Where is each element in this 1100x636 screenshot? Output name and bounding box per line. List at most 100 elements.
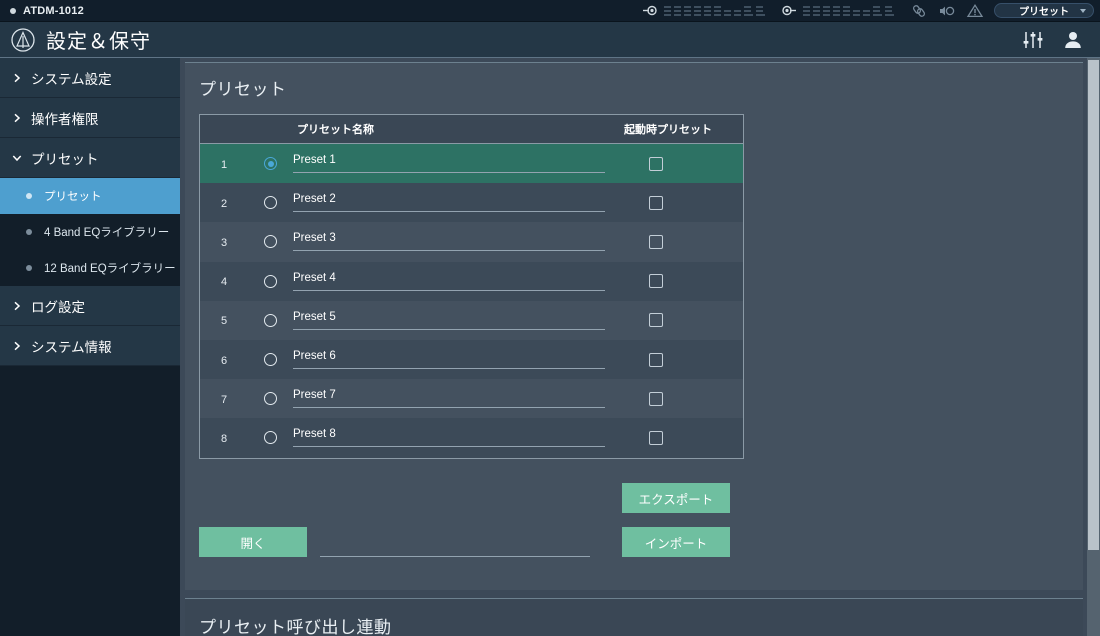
sidebar-item-12band-eq-library[interactable]: 12 Band EQライブラリー [0, 250, 180, 286]
table-row[interactable]: 2 Preset 2 [200, 183, 743, 223]
table-row[interactable]: 3 Preset 3 [200, 222, 743, 262]
table-row[interactable]: 6 Preset 6 [200, 339, 743, 380]
preset-name-value: Preset 2 [293, 193, 336, 206]
preset-name-input[interactable]: Preset 1 [293, 154, 605, 174]
preset-select-radio[interactable] [264, 392, 277, 406]
boot-preset-checkbox[interactable] [649, 195, 663, 210]
boot-preset-checkbox[interactable] [649, 391, 663, 406]
input-level-meter [642, 4, 765, 17]
sidebar-item-preset-list[interactable]: プリセット [0, 178, 180, 214]
preset-name-input[interactable]: Preset 3 [293, 232, 605, 252]
sidebar-item-4band-eq-library[interactable]: 4 Band EQライブラリー [0, 214, 180, 250]
row-number: 8 [220, 432, 228, 445]
speaker-mute-icon[interactable] [938, 3, 956, 19]
header-boot-preset: 起動時プリセット [624, 124, 712, 136]
preset-name-input[interactable]: Preset 4 [293, 272, 605, 291]
faders-icon[interactable] [1022, 29, 1044, 51]
preset-name-input[interactable]: Preset 5 [293, 311, 605, 330]
preset-select-radio[interactable] [264, 431, 277, 445]
row-number: 3 [220, 236, 228, 249]
vertical-scrollbar[interactable] [1087, 58, 1100, 636]
nav-group-system-information: システム情報 [0, 326, 180, 366]
user-icon[interactable] [1062, 29, 1084, 51]
boot-preset-checkbox[interactable] [649, 352, 663, 367]
boot-preset-checkbox[interactable] [649, 313, 663, 328]
table-row[interactable]: 4 Preset 4 [200, 261, 743, 301]
sidebar-item-label: システム情報 [31, 339, 112, 355]
preset-select-radio[interactable] [264, 157, 277, 171]
sidebar-navigation: システム設定 操作者権限 プリセット プリセット 4 Band EQライブラリー… [0, 58, 180, 636]
sidebar-item-system-settings[interactable]: システム設定 [0, 58, 180, 98]
preset-select-radio[interactable] [264, 353, 277, 367]
boot-preset-checkbox[interactable] [649, 156, 663, 171]
preset-select-radio[interactable] [264, 196, 277, 210]
sidebar-item-label: システム設定 [31, 71, 112, 87]
preset-selector-label: プリセット [1019, 7, 1069, 18]
row-number: 4 [220, 276, 228, 289]
preset-name-value: Preset 8 [293, 428, 336, 441]
boot-preset-checkbox[interactable] [649, 430, 663, 445]
input-meter-bars [664, 5, 765, 16]
open-button[interactable]: 開く [199, 527, 307, 557]
sidebar-subitem-label: プリセット [44, 191, 102, 203]
nav-group-system-settings: システム設定 [0, 58, 180, 98]
preset-select-radio[interactable] [264, 235, 277, 249]
boot-preset-checkbox[interactable] [649, 234, 663, 249]
row-number: 6 [220, 354, 228, 367]
bottom-panel-title: プリセット呼び出し連動 [199, 618, 392, 636]
row-number: 5 [220, 315, 228, 328]
chevron-right-icon [14, 113, 21, 122]
preset-recall-link-panel: プリセット呼び出し連動 [185, 598, 1083, 636]
import-button[interactable]: インポート [622, 527, 730, 557]
nav-group-preset: プリセット プリセット 4 Band EQライブラリー 12 Band EQライ… [0, 138, 180, 286]
bullet-icon [26, 193, 32, 199]
nav-group-operator-permissions: 操作者権限 [0, 98, 180, 138]
export-button[interactable]: エクスポート [622, 483, 730, 513]
scrollbar-thumb[interactable] [1088, 60, 1099, 550]
table-row[interactable]: 7 Preset 7 [200, 379, 743, 419]
link-icon[interactable] [910, 3, 928, 19]
audio-input-icon [643, 5, 657, 16]
nav-group-log-settings: ログ設定 [0, 286, 180, 326]
preset-selector-dropdown[interactable]: プリセット [994, 3, 1094, 18]
preset-panel: プリセット プリセット名称 起動時プリセット 1 Preset 1 2 Pres… [185, 62, 1083, 590]
boot-preset-checkbox[interactable] [649, 274, 663, 289]
chevron-right-icon [14, 301, 21, 310]
sidebar-item-label: プリセット [31, 151, 99, 167]
sidebar-item-operator-permissions[interactable]: 操作者権限 [0, 98, 180, 138]
warning-triangle-icon[interactable] [966, 3, 984, 19]
output-meter-bars [803, 5, 894, 16]
sidebar-item-preset[interactable]: プリセット [0, 138, 180, 178]
chevron-down-icon [1080, 8, 1086, 13]
preset-name-input[interactable]: Preset 6 [293, 350, 605, 370]
app-header: 設定＆保守 [0, 22, 1100, 58]
table-row[interactable]: 5 Preset 5 [200, 300, 743, 340]
sidebar-item-label: ログ設定 [31, 299, 85, 315]
table-header-row: プリセット名称 起動時プリセット [200, 115, 743, 144]
chevron-right-icon [14, 341, 21, 350]
table-row[interactable]: 8 Preset 8 [200, 418, 743, 458]
bullet-icon [26, 265, 32, 271]
open-path-input[interactable] [320, 527, 590, 557]
preset-name-value: Preset 4 [293, 271, 336, 284]
audio-technica-logo [11, 27, 35, 52]
preset-name-value: Preset 6 [293, 350, 336, 363]
preset-table: プリセット名称 起動時プリセット 1 Preset 1 2 Preset 2 3… [199, 114, 744, 459]
preset-name-input[interactable]: Preset 7 [293, 389, 605, 409]
preset-name-input[interactable]: Preset 8 [293, 428, 605, 448]
row-number: 2 [220, 197, 228, 210]
sidebar-item-log-settings[interactable]: ログ設定 [0, 286, 180, 326]
audio-output-icon [782, 5, 796, 16]
chevron-right-icon [14, 73, 21, 82]
sidebar-subitem-label: 12 Band EQライブラリー [44, 263, 176, 275]
preset-name-value: Preset 5 [293, 310, 336, 323]
main-content: プリセット プリセット名称 起動時プリセット 1 Preset 1 2 Pres… [180, 58, 1090, 636]
preset-name-input[interactable]: Preset 2 [293, 193, 605, 213]
bullet-icon [26, 229, 32, 235]
sidebar-item-system-information[interactable]: システム情報 [0, 326, 180, 366]
table-row[interactable]: 1 Preset 1 [200, 144, 743, 184]
preset-name-value: Preset 1 [293, 154, 336, 167]
preset-select-radio[interactable] [264, 313, 277, 327]
application-window: ATDM-1012 プリセット 設定＆保守 システム設定 操作者権限 プリセット… [0, 0, 1100, 636]
preset-select-radio[interactable] [264, 274, 277, 288]
